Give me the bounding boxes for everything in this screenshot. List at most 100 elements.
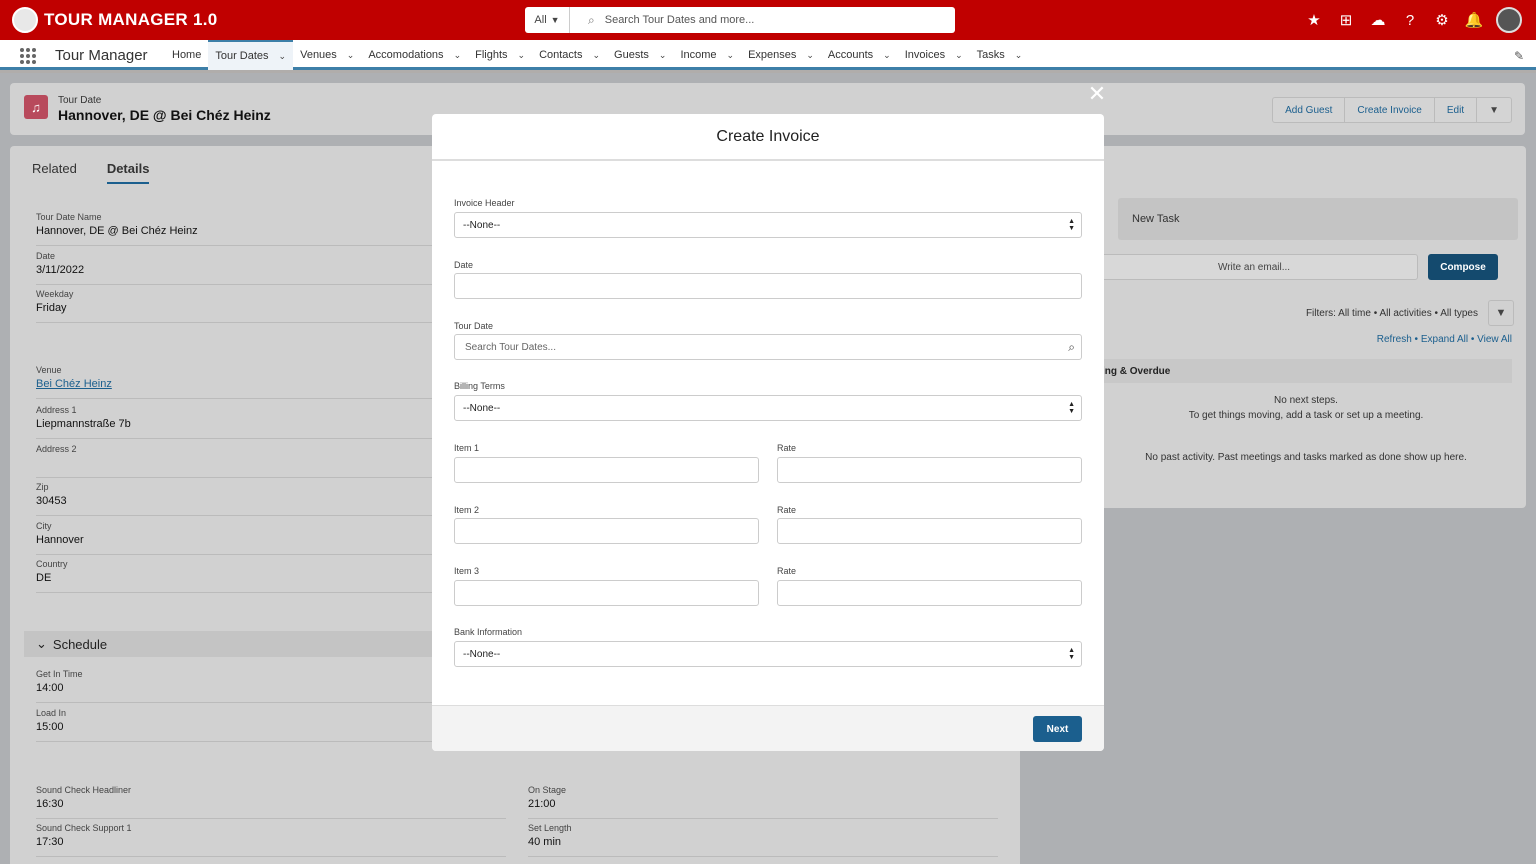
chevron-down-icon[interactable]: ⌄ bbox=[727, 50, 735, 61]
select-arrows-icon: ▲ ▼ bbox=[1068, 647, 1075, 661]
field-zip: Zip 30453 bbox=[36, 482, 436, 516]
tour-date-lookup[interactable]: Search Tour Dates... ⌕ bbox=[454, 334, 1082, 360]
field-value: 30453 bbox=[36, 495, 67, 507]
nav-item-invoices[interactable]: Invoices ⌄ bbox=[898, 40, 970, 70]
chevron-down-icon[interactable]: ⌄ bbox=[279, 51, 287, 62]
nav-items: Home Tour Dates ⌄ Venues ⌄ Accomodations ⌄ … bbox=[165, 40, 1029, 70]
avatar[interactable] bbox=[1496, 7, 1522, 33]
chevron-down-icon[interactable]: ⌄ bbox=[883, 50, 891, 61]
field-label: Sound Check Support 1 bbox=[36, 823, 132, 833]
item-1-label: Item 1 bbox=[454, 443, 480, 453]
music-note-icon: ♫ bbox=[24, 95, 48, 119]
date-label: Date bbox=[454, 260, 474, 270]
chevron-down-icon[interactable]: ⌄ bbox=[454, 50, 462, 61]
field-value: Friday bbox=[36, 302, 67, 314]
item-3-input[interactable] bbox=[454, 580, 759, 606]
field-label: Country bbox=[36, 559, 68, 569]
app-logo[interactable]: TOUR MANAGER 1.0 bbox=[12, 7, 218, 33]
bell-icon[interactable]: 🔔 bbox=[1464, 10, 1484, 30]
logo-icon bbox=[12, 7, 38, 33]
create-invoice-button[interactable]: Create Invoice bbox=[1345, 98, 1435, 122]
add-icon[interactable]: ⊞ bbox=[1336, 10, 1356, 30]
modal-title: Create Invoice bbox=[432, 114, 1104, 161]
nav-item-contacts[interactable]: Contacts ⌄ bbox=[532, 40, 607, 70]
tab-details[interactable]: Details bbox=[106, 161, 150, 184]
nav-item-home[interactable]: Home bbox=[165, 40, 208, 70]
nav-item-tour-dates[interactable]: Tour Dates ⌄ bbox=[208, 40, 294, 70]
field-address-1: Address 1 Liepmannstraße 7b bbox=[36, 405, 436, 439]
email-input[interactable]: Write an email... bbox=[1090, 254, 1418, 280]
field-value: 16:30 bbox=[36, 798, 64, 810]
chevron-down-icon[interactable]: ⌄ bbox=[518, 50, 526, 61]
no-next-steps: No next steps. bbox=[1274, 395, 1338, 406]
search-icon: ⌕ bbox=[1068, 340, 1075, 354]
setup-assistant-icon[interactable]: ☁ bbox=[1368, 10, 1388, 30]
nav-item-accounts[interactable]: Accounts ⌄ bbox=[821, 40, 898, 70]
app-navigation: Tour Manager Home Tour Dates ⌄ Venues ⌄ Ac… bbox=[0, 40, 1536, 70]
record-actions: Add Guest Create Invoice Edit ▼ bbox=[1272, 97, 1512, 123]
chevron-down-icon[interactable]: ⌄ bbox=[806, 50, 814, 61]
item-2-input[interactable] bbox=[454, 518, 759, 544]
date-input[interactable] bbox=[454, 273, 1082, 299]
record-tabs: Related Details bbox=[32, 161, 150, 184]
nav-item-expenses[interactable]: Expenses ⌄ bbox=[741, 40, 821, 70]
close-icon[interactable]: ✕ bbox=[1086, 83, 1108, 105]
nav-label: Flights bbox=[475, 49, 508, 61]
field-city: City Hannover bbox=[36, 521, 436, 555]
field-label: Zip bbox=[36, 482, 49, 492]
chevron-down-icon[interactable]: ⌄ bbox=[955, 50, 963, 61]
gear-icon[interactable]: ⚙ bbox=[1432, 10, 1452, 30]
new-task-button[interactable]: New Task bbox=[1118, 198, 1518, 240]
nav-label: Tour Dates bbox=[215, 50, 269, 62]
field-value: 15:00 bbox=[36, 721, 64, 733]
search-scope-select[interactable]: All ▼ bbox=[525, 7, 570, 33]
nav-item-income[interactable]: Income ⌄ bbox=[673, 40, 741, 70]
chevron-down-icon[interactable]: ⌄ bbox=[592, 50, 600, 61]
field-on-stage: On Stage 21:00 bbox=[528, 785, 998, 819]
upcoming-overdue-header[interactable]: ing & Overdue bbox=[1100, 359, 1512, 383]
favorites-icon[interactable]: ★ bbox=[1304, 10, 1324, 30]
bank-information-label: Bank Information bbox=[454, 627, 523, 637]
add-guest-button[interactable]: Add Guest bbox=[1273, 98, 1346, 122]
rate-3-label: Rate bbox=[777, 566, 797, 576]
nav-item-venues[interactable]: Venues ⌄ bbox=[293, 40, 361, 70]
field-label: Address 1 bbox=[36, 405, 77, 415]
more-actions-button[interactable]: ▼ bbox=[1477, 98, 1511, 122]
app-launcher-icon[interactable] bbox=[20, 48, 36, 64]
bank-information-select[interactable]: --None-- ▲ ▼ bbox=[454, 641, 1082, 667]
help-icon[interactable]: ? bbox=[1400, 10, 1420, 30]
next-button[interactable]: Next bbox=[1033, 716, 1082, 742]
no-next-steps-hint: To get things moving, add a task or set … bbox=[1188, 410, 1424, 421]
record-title: Hannover, DE @ Bei Chéz Heinz bbox=[58, 107, 271, 123]
chevron-down-icon: ⌄ bbox=[36, 636, 47, 651]
nav-item-flights[interactable]: Flights ⌄ bbox=[468, 40, 532, 70]
field-label: Sound Check Headliner bbox=[36, 785, 132, 795]
section-title: Schedule bbox=[52, 636, 108, 652]
chevron-down-icon[interactable]: ⌄ bbox=[659, 50, 667, 61]
tab-related[interactable]: Related bbox=[32, 161, 77, 184]
nav-item-tasks[interactable]: Tasks ⌄ bbox=[970, 40, 1030, 70]
field-address-2: Address 2 bbox=[36, 444, 436, 478]
nav-item-accomodations[interactable]: Accomodations ⌄ bbox=[361, 40, 468, 70]
item-1-input[interactable] bbox=[454, 457, 759, 483]
nav-label: Expenses bbox=[748, 49, 797, 61]
chevron-down-icon[interactable]: ⌄ bbox=[347, 50, 355, 61]
activity-links[interactable]: Refresh • Expand All • View All bbox=[1377, 334, 1512, 345]
venue-link[interactable]: Bei Chéz Heinz bbox=[36, 378, 436, 390]
rate-2-input[interactable] bbox=[777, 518, 1082, 544]
field-load-in: Load In 15:00 bbox=[36, 708, 436, 742]
rate-3-input[interactable] bbox=[777, 580, 1082, 606]
nav-item-guests[interactable]: Guests ⌄ bbox=[607, 40, 673, 70]
search-input[interactable]: Search Tour Dates and more... bbox=[605, 14, 755, 26]
chevron-down-icon[interactable]: ⌄ bbox=[1015, 50, 1023, 61]
edit-button[interactable]: Edit bbox=[1435, 98, 1478, 122]
compose-button[interactable]: Compose bbox=[1428, 254, 1498, 280]
rate-1-input[interactable] bbox=[777, 457, 1082, 483]
invoice-header-select[interactable]: --None-- ▲ ▼ bbox=[454, 212, 1082, 238]
edit-nav-icon[interactable]: ✎ bbox=[1514, 49, 1524, 63]
modal-footer: Next bbox=[432, 705, 1104, 751]
billing-terms-select[interactable]: --None-- ▲ ▼ bbox=[454, 395, 1082, 421]
schedule-section-header[interactable]: ⌄ Schedule bbox=[24, 631, 444, 657]
field-value: DE bbox=[36, 572, 52, 584]
filter-icon[interactable]: ▼ bbox=[1488, 300, 1514, 326]
